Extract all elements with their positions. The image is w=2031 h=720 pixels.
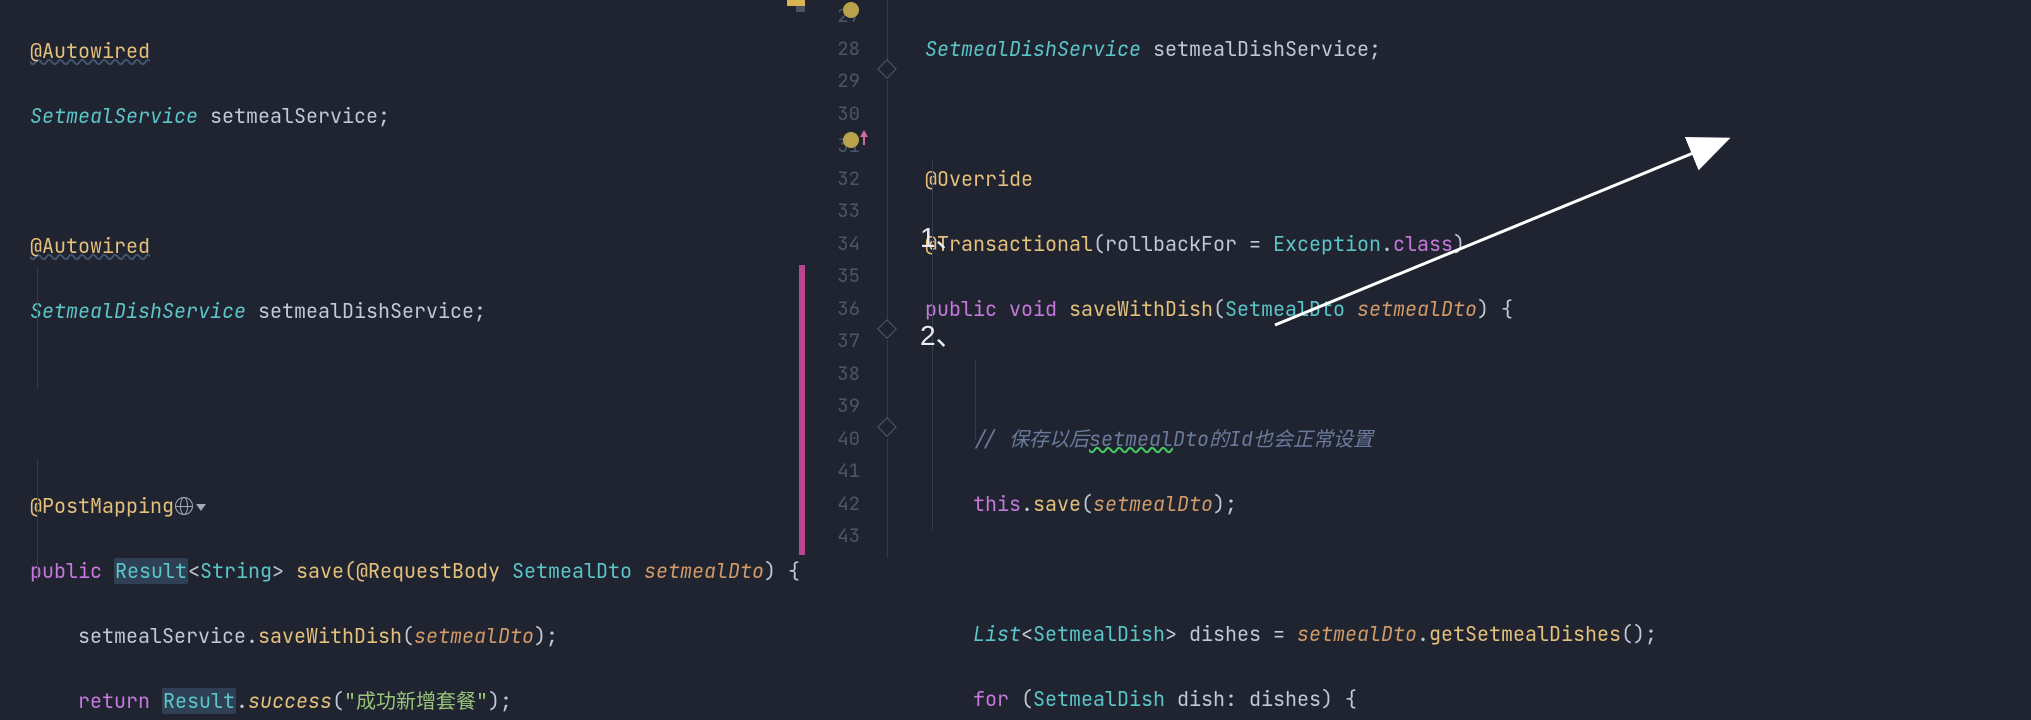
code-line [30, 360, 805, 393]
code-line: @Override [925, 163, 2031, 196]
line-number: 28 [805, 33, 860, 66]
override-gutter-icon[interactable] [843, 2, 859, 18]
right-code[interactable]: SetmealDishService setmealDishService; @… [805, 0, 2031, 720]
annotation-label-1: 1、 [920, 222, 964, 255]
code-line: // 保存以后setmealDto的Id也会正常设置 [925, 423, 2031, 456]
line-number: 32 [805, 163, 860, 196]
indent-guide [975, 360, 976, 440]
fold-toggle-icon[interactable] [877, 417, 897, 437]
fold-column [878, 0, 898, 720]
code-line: this.save(setmealDto); [925, 488, 2031, 521]
line-number: 29 [805, 65, 860, 98]
fold-toggle-icon[interactable] [877, 59, 897, 79]
code-line [30, 165, 805, 198]
left-code[interactable]: @Autowired SetmealService setmealService… [0, 0, 805, 720]
diff-view: @Autowired SetmealService setmealService… [0, 0, 2031, 720]
fold-guide [887, 438, 888, 558]
line-number: 38 [805, 358, 860, 391]
code-line: public Result<String> save(@RequestBody … [30, 555, 805, 588]
code-line: SetmealDishService setmealDishService; [925, 33, 2031, 66]
fold-guide [887, 340, 888, 420]
annotation: @Autowired [30, 38, 150, 64]
left-editor-pane[interactable]: @Autowired SetmealService setmealService… [0, 0, 805, 720]
code-line: @PostMapping [30, 490, 805, 523]
code-line: for (SetmealDish dish: dishes) { [925, 683, 2031, 716]
fold-toggle-icon[interactable] [877, 319, 897, 339]
line-number: 34 [805, 228, 860, 261]
indent-guide [37, 460, 38, 580]
code-line: public void saveWithDish(SetmealDto setm… [925, 293, 2031, 326]
line-number: 39 [805, 390, 860, 423]
code-line: @Autowired [30, 230, 805, 263]
override-up-gutter-icon[interactable] [843, 132, 859, 148]
code-line: return Result.success("成功新增套餐"); [30, 685, 805, 718]
code-line [925, 358, 2031, 391]
line-number: 33 [805, 195, 860, 228]
code-line [30, 425, 805, 458]
code-line: SetmealService setmealService; [30, 100, 805, 133]
line-number: 41 [805, 455, 860, 488]
code-line: @Transactional(rollbackFor = Exception.c… [925, 228, 2031, 261]
right-editor-pane[interactable]: 27 28 29 30 31 32 33 34 35 36 37 38 39 4… [805, 0, 2031, 720]
line-number: 43 [805, 520, 860, 553]
code-line: SetmealDishService setmealDishService; [30, 295, 805, 328]
annotation: @Autowired [30, 233, 150, 259]
code-line [925, 553, 2031, 586]
annotation: @PostMapping [30, 493, 174, 519]
fold-guide [887, 80, 888, 330]
line-number: 37 [805, 325, 860, 358]
code-line: @Autowired [30, 35, 805, 68]
indent-guide [37, 268, 38, 388]
line-number: 30 [805, 98, 860, 131]
code-line [925, 98, 2031, 131]
annotation: @Override [925, 166, 1033, 192]
url-mapping-icon[interactable] [175, 497, 193, 515]
code-line: List<SetmealDish> dishes = setmealDto.ge… [925, 618, 2031, 651]
change-marker-icon [796, 6, 805, 12]
line-number: 40 [805, 423, 860, 456]
annotation-label-2: 2、 [920, 320, 964, 353]
line-number: 42 [805, 488, 860, 521]
chevron-down-icon[interactable] [196, 504, 206, 511]
line-number: 36 [805, 293, 860, 326]
code-line: setmealService.saveWithDish(setmealDto); [30, 620, 805, 653]
line-number: 35 [805, 260, 860, 293]
